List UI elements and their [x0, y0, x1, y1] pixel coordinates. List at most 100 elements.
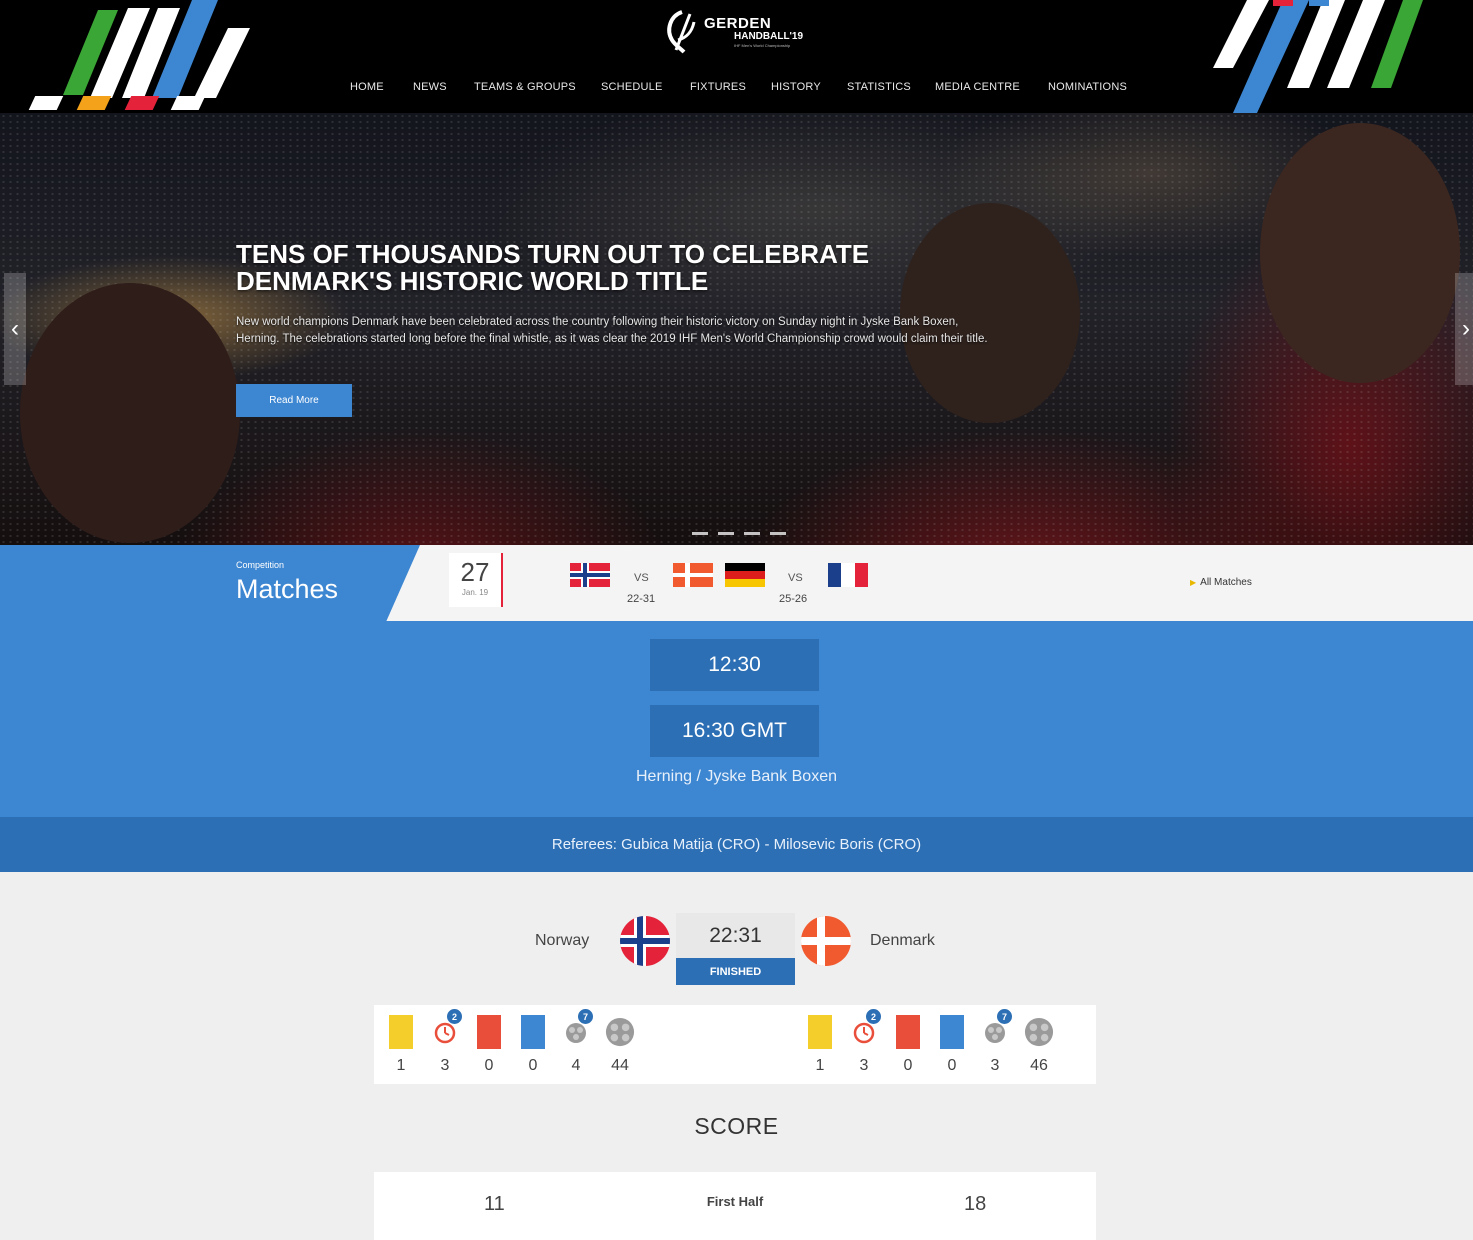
- carousel-next-button[interactable]: ›: [1455, 273, 1473, 385]
- stripes-decoration-right: [1213, 0, 1423, 113]
- period-score-row: 11 First Half 18: [374, 1172, 1096, 1240]
- hero-description: New world champions Denmark have been ce…: [236, 316, 988, 345]
- read-more-button[interactable]: Read More: [236, 384, 352, 417]
- stat-value: 1: [396, 1057, 406, 1074]
- away-yellow-cards-stat: 1: [805, 1013, 835, 1075]
- carousel-dot[interactable]: [692, 532, 708, 535]
- mini-match-score: 22-31: [627, 593, 656, 605]
- nav-news[interactable]: NEWS: [413, 81, 447, 93]
- score-heading: SCORE: [694, 1113, 779, 1139]
- away-red-cards-stat: 0: [893, 1013, 923, 1075]
- stat-value: 1: [815, 1057, 825, 1074]
- venue-label: Herning / Jyske Bank Boxen: [636, 768, 837, 785]
- away-team-name[interactable]: Denmark: [870, 932, 935, 950]
- shots-badge: 7: [997, 1009, 1012, 1024]
- period-label: First Half: [706, 1194, 764, 1209]
- ball-icon: [605, 1017, 635, 1047]
- play-arrow-icon: ▶: [1190, 578, 1197, 587]
- all-matches-label: All Matches: [1200, 577, 1252, 588]
- red-card-icon: [477, 1015, 501, 1049]
- gmt-time-box: 16:30 GMT: [650, 705, 819, 757]
- carousel-prev-button[interactable]: ‹: [4, 273, 26, 385]
- all-matches-link[interactable]: ▶ All Matches: [1190, 577, 1252, 588]
- mini-match-vs: VS: [634, 572, 649, 584]
- stat-value: 0: [947, 1057, 957, 1074]
- nav-history[interactable]: HISTORY: [771, 81, 821, 93]
- period-away-score: 18: [964, 1193, 987, 1215]
- stat-value: 0: [528, 1057, 538, 1074]
- site-logo[interactable]: GERDEN HANDBALL'19 IHF Men's World Champ…: [664, 8, 824, 56]
- home-seven-metre-stat: 7 4: [561, 1009, 593, 1075]
- competition-label: Competition: [236, 560, 285, 570]
- flag-norway-icon: [620, 916, 670, 966]
- flag-denmark-icon: [673, 563, 713, 587]
- blue-card-icon: [521, 1015, 545, 1049]
- matches-strip: Competition Matches 27 Jan. 19 VS 22-31 …: [0, 545, 1473, 621]
- flag-germany-icon: [725, 563, 765, 587]
- shots-badge: 7: [578, 1009, 593, 1024]
- nav-nominations[interactable]: NOMINATIONS: [1048, 81, 1127, 93]
- score-box: 22:31 FINISHED: [676, 913, 795, 985]
- logo-tagline: IHF Men's World Championship: [734, 43, 791, 48]
- home-suspensions-stat: 2 3: [430, 1009, 462, 1075]
- logo-wordmark: GERDEN: [704, 15, 772, 32]
- matches-title: Matches: [236, 574, 339, 604]
- nav-media-centre[interactable]: MEDIA CENTRE: [935, 81, 1020, 93]
- home-red-cards-stat: 0: [474, 1013, 504, 1075]
- carousel-dot[interactable]: [770, 532, 786, 535]
- red-card-icon: [896, 1015, 920, 1049]
- away-blue-cards-stat: 0: [937, 1013, 967, 1075]
- matches-header-panel: [0, 545, 420, 621]
- suspension-badge: 2: [447, 1009, 462, 1024]
- away-suspensions-stat: 2 3: [849, 1009, 881, 1075]
- logo-subline: HANDBALL'19: [734, 31, 804, 42]
- home-blue-cards-stat: 0: [518, 1013, 548, 1075]
- date-month: Jan. 19: [461, 588, 489, 597]
- home-yellow-cards-stat: 1: [386, 1013, 416, 1075]
- local-time-box: 12:30: [650, 639, 819, 691]
- nav-schedule[interactable]: SCHEDULE: [601, 81, 663, 93]
- hero-headline-line1: TENS OF THOUSANDS TURN OUT TO CELEBRATE: [236, 239, 870, 269]
- site-header: GERDEN HANDBALL'19 IHF Men's World Champ…: [0, 0, 1473, 113]
- suspension-badge: 2: [866, 1009, 881, 1024]
- away-goals-stat: 46: [1024, 1013, 1054, 1075]
- hero-headline-line2: DENMARK'S HISTORIC WORLD TITLE: [236, 266, 709, 296]
- chevron-left-icon: ‹: [11, 315, 19, 342]
- carousel-dot[interactable]: [718, 532, 734, 535]
- nav-statistics[interactable]: STATISTICS: [847, 81, 911, 93]
- stat-value: 0: [484, 1057, 494, 1074]
- carousel-dot[interactable]: [744, 532, 760, 535]
- ball-icon: [1024, 1017, 1054, 1047]
- yellow-card-icon: [808, 1015, 832, 1049]
- match-info-band: 12:30 16:30 GMT Herning / Jyske Bank Box…: [0, 621, 1473, 817]
- status-badge: FINISHED: [676, 958, 795, 985]
- mini-match-vs: VS: [788, 572, 803, 584]
- mini-match-score: 25-26: [779, 593, 808, 605]
- nav-teams-groups[interactable]: TEAMS & GROUPS: [474, 81, 576, 93]
- home-team-name[interactable]: Norway: [535, 932, 589, 950]
- referees-band: Referees: Gubica Matija (CRO) - Milosevi…: [0, 817, 1473, 872]
- date-selector[interactable]: 27 Jan. 19: [449, 553, 503, 607]
- stat-value: 3: [440, 1057, 450, 1074]
- stat-value: 3: [990, 1057, 1000, 1074]
- flag-denmark-icon: [801, 916, 851, 966]
- chevron-right-icon: ›: [1462, 315, 1470, 342]
- date-day: 27: [460, 557, 490, 587]
- home-goals-stat: 44: [605, 1013, 635, 1075]
- stat-value: 44: [611, 1057, 629, 1074]
- stat-value: 0: [903, 1057, 913, 1074]
- stat-value: 4: [571, 1057, 581, 1074]
- hero-carousel: TENS OF THOUSANDS TURN OUT TO CELEBRATE …: [0, 113, 1473, 545]
- handball-logo-icon: [667, 10, 696, 54]
- blue-card-icon: [940, 1015, 964, 1049]
- carousel-indicators: [692, 532, 786, 535]
- yellow-card-icon: [389, 1015, 413, 1049]
- nav-fixtures[interactable]: FIXTURES: [690, 81, 746, 93]
- stat-value: 46: [1030, 1057, 1048, 1074]
- final-score: 22:31: [709, 924, 762, 947]
- flag-norway-icon: [570, 563, 610, 587]
- away-seven-metre-stat: 7 3: [980, 1009, 1012, 1075]
- nav-home[interactable]: HOME: [350, 81, 384, 93]
- hero-headline: TENS OF THOUSANDS TURN OUT TO CELEBRATE …: [236, 241, 996, 295]
- flag-france-icon: [828, 563, 868, 587]
